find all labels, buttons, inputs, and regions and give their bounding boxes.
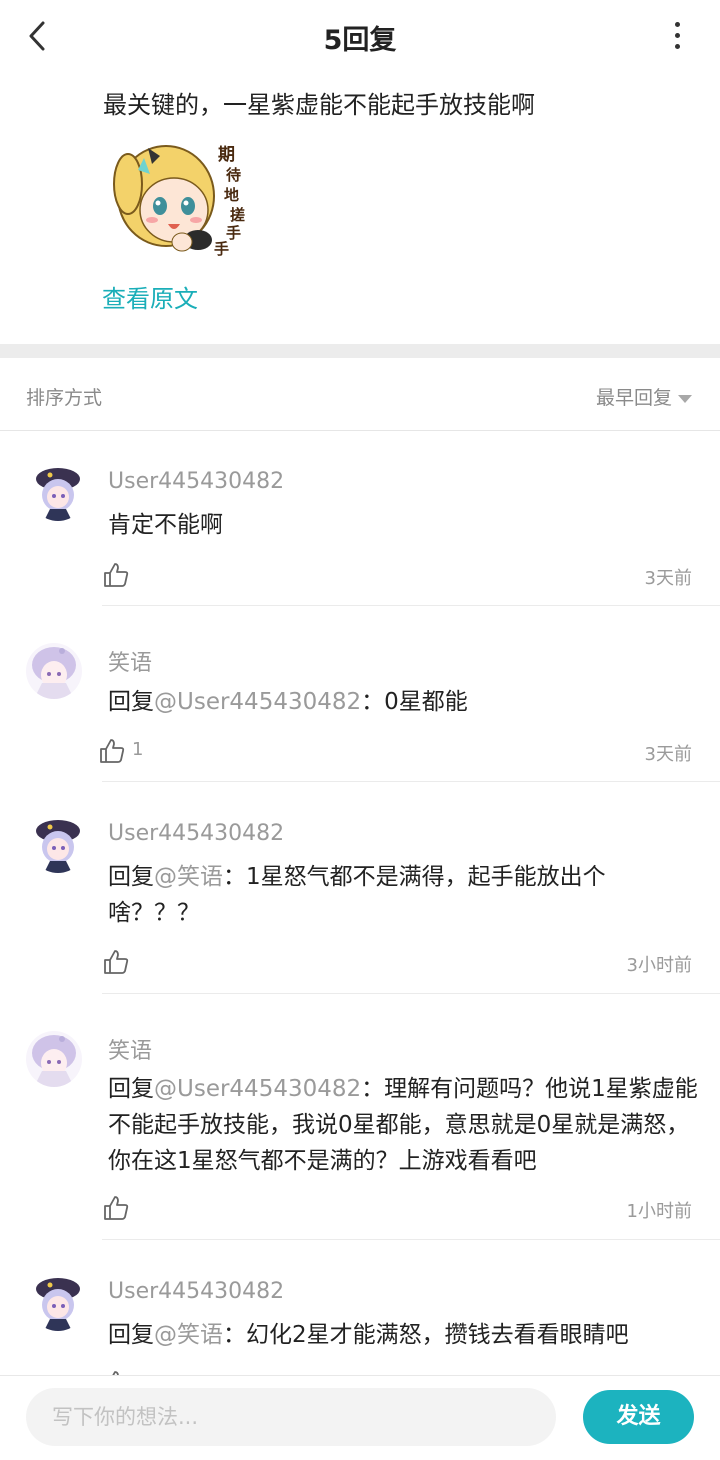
reply-mention[interactable]: @User445430482 [154,689,361,715]
reply-content: 回复@笑语：1星怒气都不是满得，起手能放出个啥？？？ [108,859,638,931]
reply-time: 1小时前 [626,1201,692,1222]
more-dot [674,33,680,38]
avatar[interactable] [30,1275,86,1331]
sticker-image: 期 待 地 搓 手 手 [113,145,245,258]
separator [102,781,720,782]
avatar[interactable] [26,643,82,699]
reply-content: 回复@笑语：幻化2星才能满怒，攒钱去看看眼睛吧 [108,1317,698,1353]
reply-content: 回复@User445430482：0星都能 [108,684,698,720]
thumbs-up-icon [100,739,125,763]
avatar-image [26,643,82,699]
reply-prefix: 回复 [108,689,154,715]
reply-item: User445430482 回复@笑语：幻化2星才能满怒，攒钱去看看眼睛吧 [0,1241,720,1375]
sticker-char: 手 [214,240,229,258]
reply-username[interactable]: User445430482 [108,1279,284,1304]
section-divider [0,344,720,358]
avatar[interactable] [30,465,86,521]
reply-text: 肯定不能啊 [108,512,223,538]
like-button[interactable] [102,948,162,976]
avatar-image [26,1031,82,1087]
reply-time: 3天前 [644,744,692,765]
reply-username[interactable]: User445430482 [108,821,284,846]
sticker-char: 期 [218,145,235,165]
reply-item: 笑语 回复@User445430482：理解有问题吗？他说1星紫虚能不能起手放技… [0,995,720,1240]
reply-prefix: 回复 [108,1322,154,1348]
reply-time: 3小时前 [626,955,692,976]
separator [102,605,720,606]
triangle-down-icon [678,394,692,403]
sort-dropdown[interactable]: 最早回复 [596,383,692,410]
reply-content: 肯定不能啊 [108,507,698,543]
reply-username[interactable]: 笑语 [108,645,152,677]
thumbs-up-icon [104,563,129,587]
reply-mention[interactable]: @笑语 [154,1322,223,1348]
thumbs-up-icon [104,950,129,974]
avatar-image [30,817,86,873]
page-title: 5回复 [323,25,397,56]
view-original-link[interactable]: 查看原文 [102,279,198,314]
more-dot [674,44,680,49]
reply-mention[interactable]: @笑语 [154,864,223,890]
like-button[interactable] [102,1194,162,1222]
reply-item: User445430482 肯定不能啊 3天前 [0,431,720,606]
avatar-image [30,465,86,521]
avatar[interactable] [26,1031,82,1087]
reply-time: 3天前 [644,568,692,589]
sticker-char: 地 [224,186,239,204]
send-button[interactable]: 发送 [583,1390,694,1444]
reply-prefix: 回复 [108,1076,154,1102]
sticker-char: 待 [226,166,241,184]
comment-input[interactable] [26,1388,556,1446]
comment-input-bar: 发送 [0,1375,720,1460]
reply-text: ：0星都能 [361,689,468,715]
reply-item: 笑语 回复@User445430482：0星都能 1 3天前 [0,607,720,782]
reply-content: 回复@User445430482：理解有问题吗？他说1星紫虚能不能起手放技能，我… [108,1071,698,1179]
original-post: 最关键的，一星紫虚能不能起手放技能啊 期 待 地 搓 手 手 查看原文 [0,82,720,344]
more-options-button[interactable] [670,22,684,52]
avatar[interactable] [30,817,86,873]
reply-mention[interactable]: @User445430482 [154,1076,361,1102]
sort-bar: 排序方式 最早回复 [0,358,720,431]
sort-value: 最早回复 [595,387,672,409]
like-button[interactable]: 1 [98,737,158,765]
more-vertical-icon [674,22,680,27]
post-text: 最关键的，一星紫虚能不能起手放技能啊 [103,91,535,119]
sort-label: 排序方式 [26,387,103,409]
like-count: 1 [132,739,144,760]
reply-username[interactable]: User445430482 [108,469,284,494]
reply-text: ：幻化2星才能满怒，攒钱去看看眼睛吧 [223,1322,629,1348]
separator [102,1239,720,1240]
reply-item: User445430482 回复@笑语：1星怒气都不是满得，起手能放出个啥？？？… [0,783,720,994]
avatar-image [30,1275,86,1331]
reply-username[interactable]: 笑语 [108,1033,152,1065]
separator [102,993,720,994]
top-bar: 5回复 [0,0,720,83]
reply-prefix: 回复 [108,864,154,890]
thumbs-up-icon [104,1196,129,1220]
like-button[interactable] [102,561,162,589]
sticker-char: 搓 [230,206,245,224]
